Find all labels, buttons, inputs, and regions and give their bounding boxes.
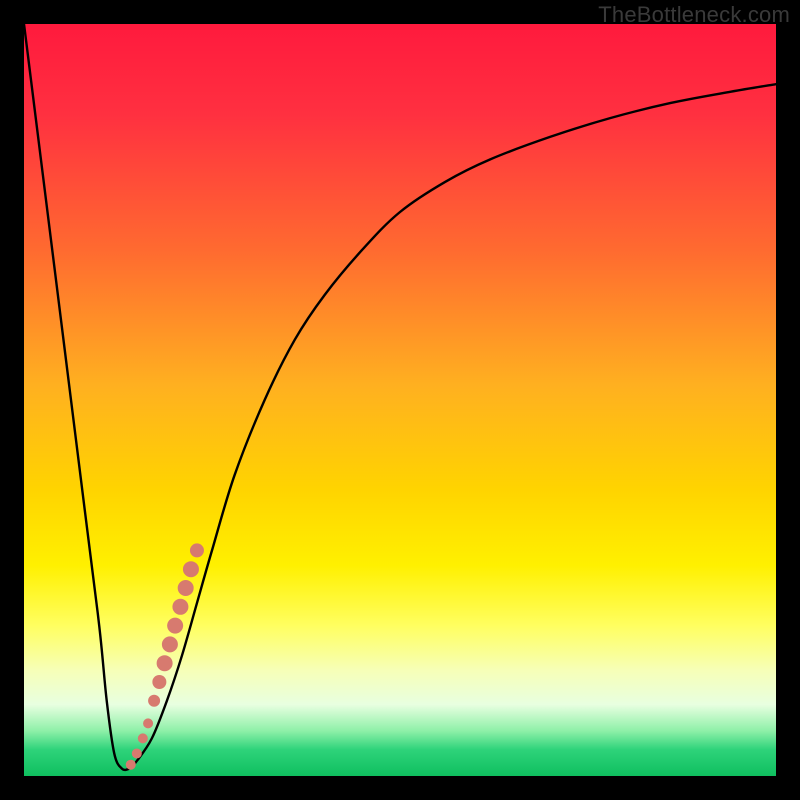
- highlight-dot: [167, 618, 183, 634]
- highlight-dot: [157, 655, 173, 671]
- chart-background: [24, 24, 776, 776]
- highlight-dot: [183, 561, 199, 577]
- highlight-dot: [132, 748, 142, 758]
- attribution-text: TheBottleneck.com: [598, 2, 790, 28]
- highlight-dot: [178, 580, 194, 596]
- highlight-dot: [138, 733, 148, 743]
- highlight-dot: [172, 599, 188, 615]
- chart-plot-area: [24, 24, 776, 776]
- highlight-dot: [162, 636, 178, 652]
- highlight-dot: [126, 760, 136, 770]
- highlight-dot: [190, 543, 204, 557]
- chart-frame: TheBottleneck.com: [0, 0, 800, 800]
- highlight-dot: [152, 675, 166, 689]
- highlight-dot: [148, 695, 160, 707]
- chart-svg: [24, 24, 776, 776]
- highlight-dot: [143, 718, 153, 728]
